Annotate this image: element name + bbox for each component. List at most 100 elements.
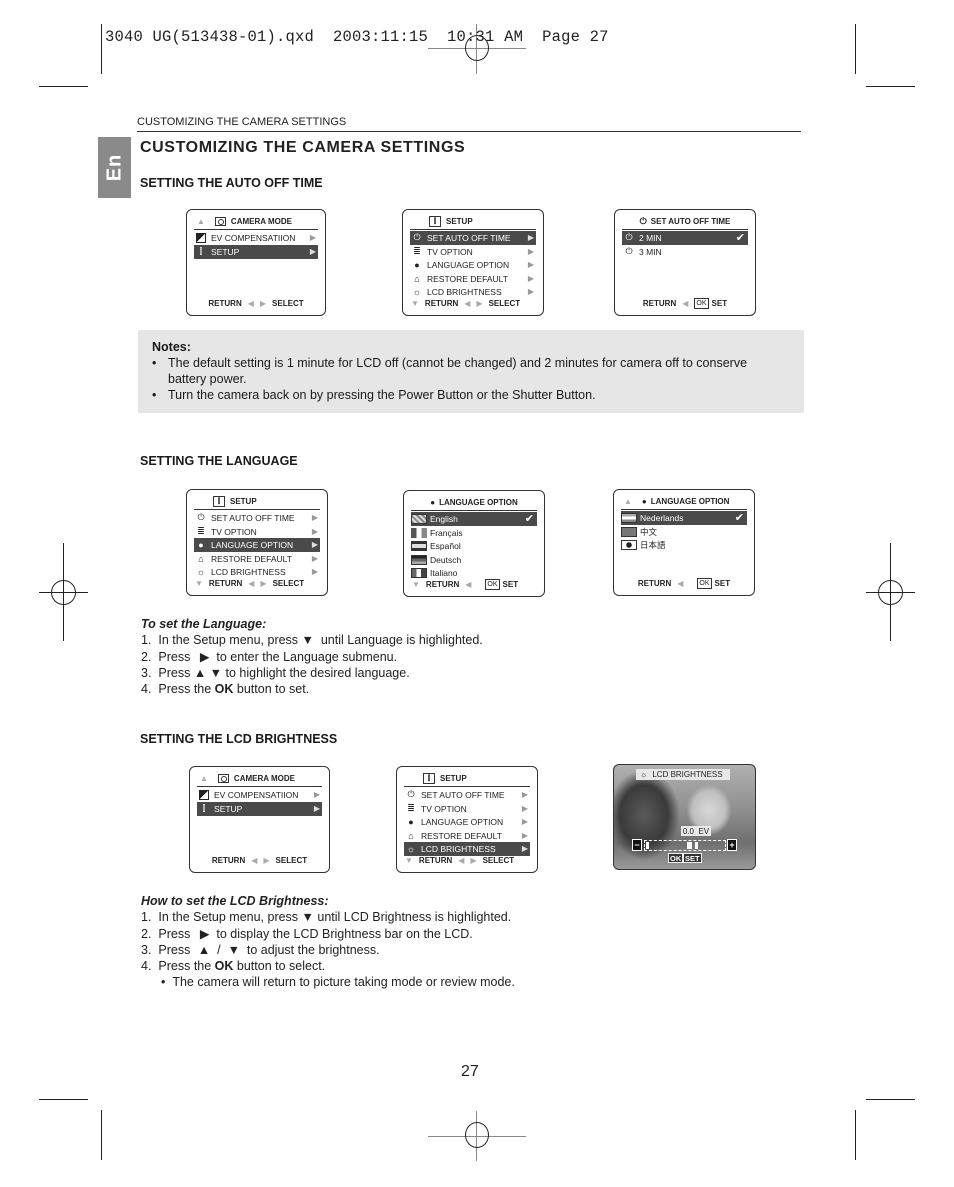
step: 3. Press ▲ / ▼ to adjust the brightness.: [141, 942, 380, 957]
language-tab-label: En: [103, 153, 125, 182]
power-icon: ⏻: [639, 215, 647, 226]
right-arrow-icon: ▶: [260, 578, 267, 588]
language-espanol[interactable]: Español: [411, 539, 537, 553]
left-arrow-icon: ◀: [247, 298, 254, 308]
option-2-min[interactable]: ⏻ 2 MIN ✔: [622, 231, 748, 245]
menu-item-language-option[interactable]: ● LANGUAGE OPTION ▶: [404, 815, 530, 829]
right-arrow-icon: ▶: [259, 298, 267, 308]
language-francais[interactable]: Français: [411, 526, 537, 540]
language-icon: ●: [198, 539, 204, 550]
right-arrow-icon: ▶: [199, 649, 210, 664]
chevron-right-icon: ▶: [527, 233, 534, 243]
language-deutsch[interactable]: Deutsch: [411, 553, 537, 567]
step: 2. Press ▶ to display the LCD Brightness…: [141, 926, 473, 941]
language-nederlands[interactable]: Nederlands ✔: [621, 511, 747, 525]
language-english[interactable]: English ✔: [411, 512, 537, 526]
chevron-right-icon: ▶: [527, 274, 534, 284]
screen-title: ▲ CAMERA MODE: [200, 773, 295, 783]
chevron-right-icon: ▶: [313, 804, 320, 814]
ev-value: 0.0 EV: [681, 826, 711, 836]
minus-button[interactable]: −: [632, 839, 642, 851]
brightness-slider[interactable]: [644, 840, 726, 851]
lcd-screen-setup: ⫿ SETUP ⏻ SET AUTO OFF TIME ▶ ≣ TV OPTION ▶ …: [186, 489, 328, 596]
brightness-icon: ☼: [196, 566, 206, 577]
up-down-arrows-icon: ▲ ▼: [193, 665, 223, 680]
left-arrow-icon: ◀: [465, 579, 472, 589]
menu-item-restore-default[interactable]: ⌂ RESTORE DEFAULT ▶: [410, 272, 536, 286]
menu-item-setup[interactable]: ⫿ SETUP ▶: [194, 245, 318, 259]
lcd-screen-camera-mode: ▲ CAMERA MODE EV COMPENSATIION ▶ ⫿ SETUP…: [186, 209, 326, 316]
menu-item-language-option[interactable]: ● LANGUAGE OPTION ▶: [194, 538, 320, 552]
menu-item-set-auto-off-time[interactable]: ⏻ SET AUTO OFF TIME ▶: [410, 231, 536, 245]
power-icon: ⏻: [413, 232, 421, 243]
right-arrow-icon: ▶: [199, 926, 210, 941]
menu-item-ev-compensation[interactable]: EV COMPENSATIION ▶: [197, 788, 322, 802]
page-number: 27: [461, 1063, 479, 1080]
menu-item-tv-option[interactable]: ≣ TV OPTION ▶: [404, 802, 530, 816]
language-japanese[interactable]: 日本語: [621, 538, 747, 552]
screen-footer: ▼ RETURN ◀ ▶ SELECT: [405, 855, 515, 865]
chevron-right-icon: ▶: [521, 831, 528, 841]
menu-item-ev-compensation[interactable]: EV COMPENSATIION ▶: [194, 231, 318, 245]
chevron-right-icon: ▶: [527, 260, 534, 270]
right-arrow-icon: ▶: [476, 298, 483, 308]
step: 1. In the Setup menu, press ▼ until Lang…: [141, 633, 483, 648]
brightness-icon: ☼: [640, 770, 648, 779]
language-chinese[interactable]: 中文: [621, 525, 747, 539]
brightness-slider-mark: [695, 842, 698, 849]
lcd-brightness-preview-photo: ☼ LCD BRIGHTNESS 0.0 EV − + OK SET: [613, 764, 756, 870]
brightness-slider-mark: [646, 842, 649, 849]
checkmark-icon: ✔: [734, 512, 744, 525]
menu-item-set-auto-off-time[interactable]: ⏻ SET AUTO OFF TIME ▶: [194, 511, 320, 525]
up-arrow-icon: ▲: [624, 496, 632, 506]
tv-icon: ≣: [407, 803, 415, 814]
china-flag-icon: [621, 526, 637, 537]
checkmark-icon: ✔: [735, 232, 745, 245]
chevron-right-icon: ▶: [521, 817, 528, 827]
screen-footer: RETURN ◀ OK SET: [642, 297, 728, 309]
chevron-right-icon: ▶: [309, 247, 316, 257]
option-3-min[interactable]: ⏻ 3 MIN: [622, 245, 748, 259]
chevron-right-icon: ▶: [311, 513, 318, 523]
section-heading-brightness: SETTING THE LCD BRIGHTNESS: [140, 732, 338, 746]
chevron-right-icon: ▶: [311, 527, 318, 537]
menu-item-tv-option[interactable]: ≣ TV OPTION ▶: [410, 245, 536, 259]
down-arrow-icon: ▼: [411, 298, 419, 308]
setup-icon: ⫿: [202, 803, 206, 814]
chevron-right-icon: ▶: [521, 804, 528, 814]
menu-item-setup[interactable]: ⫿ SETUP ▶: [197, 802, 322, 816]
language-steps: To set the Language: 1. In the Setup men…: [141, 617, 483, 697]
menu-item-set-auto-off-time[interactable]: ⏻ SET AUTO OFF TIME ▶: [404, 788, 530, 802]
menu-item-restore-default[interactable]: ⌂ RESTORE DEFAULT ▶: [404, 829, 530, 843]
screen-footer: RETURN ◀ OK SET: [637, 577, 731, 589]
chevron-right-icon: ▶: [527, 287, 534, 297]
restore-icon: ⌂: [408, 830, 414, 841]
restore-icon: ⌂: [198, 553, 204, 564]
ev-icon: [197, 789, 211, 800]
japan-flag-icon: [621, 539, 637, 550]
menu-item-tv-option[interactable]: ≣ TV OPTION ▶: [194, 525, 320, 539]
crop-mark: [101, 1110, 102, 1160]
netherlands-flag-icon: [621, 512, 637, 523]
menu-item-restore-default[interactable]: ⌂ RESTORE DEFAULT ▶: [194, 552, 320, 566]
down-arrow-icon: ▼: [405, 855, 413, 865]
screen-title: ▲ ● LANGUAGE OPTION: [624, 496, 730, 506]
tv-icon: ≣: [197, 526, 205, 537]
step: 1. In the Setup menu, press ▼ until LCD …: [141, 910, 512, 925]
plus-button[interactable]: +: [727, 839, 737, 851]
crop-mark: [855, 1110, 856, 1160]
section-heading-auto-off: SETTING THE AUTO OFF TIME: [140, 176, 323, 190]
left-arrow-icon: ◀: [464, 298, 471, 308]
chevron-right-icon: ▶: [521, 790, 528, 800]
crop-mark: [855, 24, 856, 74]
left-arrow-icon: ◀: [458, 855, 465, 865]
language-icon: ●: [641, 496, 647, 506]
menu-item-language-option[interactable]: ● LANGUAGE OPTION ▶: [410, 258, 536, 272]
power-icon: ⏻: [197, 512, 205, 523]
checkmark-icon: ✔: [524, 513, 534, 526]
screen-footer: ▼ RETURN ◀ ▶ SELECT: [411, 298, 521, 308]
setup-icon: ⫿: [213, 495, 225, 507]
chevron-right-icon: ▶: [311, 554, 318, 564]
down-arrow-icon: ▼: [301, 910, 314, 925]
crop-mark: [866, 86, 915, 87]
